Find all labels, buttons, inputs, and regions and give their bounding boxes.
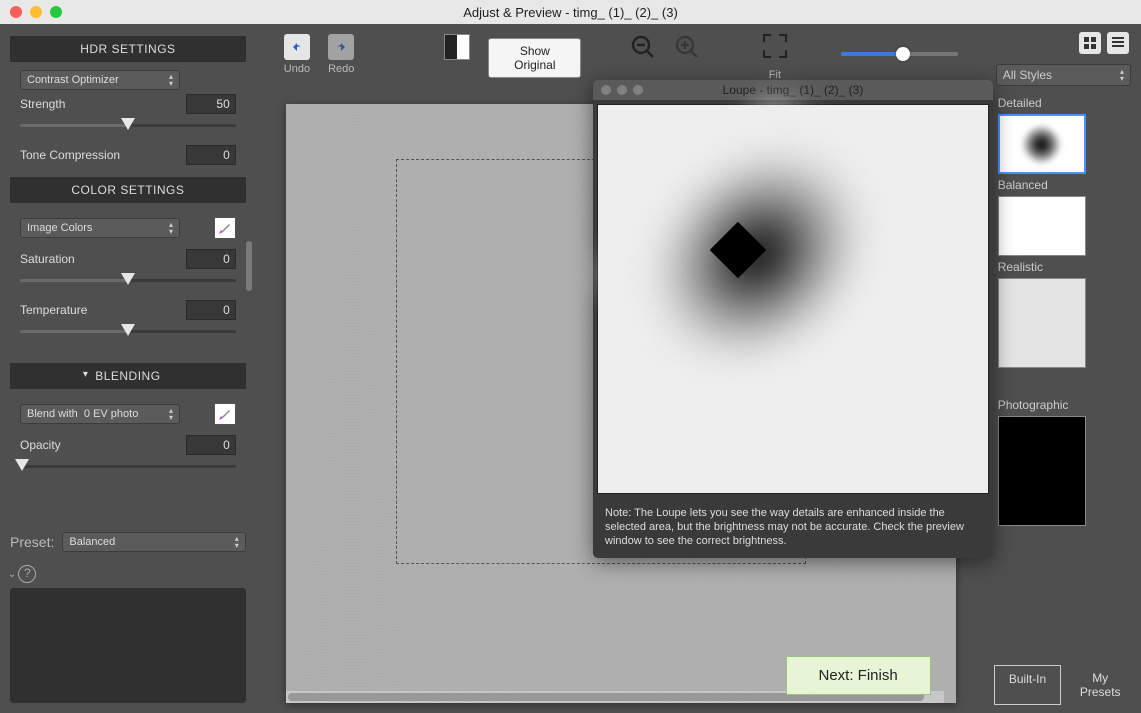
undo-label: Undo (284, 63, 310, 75)
builtin-tab[interactable]: Built-In (994, 665, 1062, 705)
dropdown-arrows-icon: ▴▾ (169, 407, 173, 421)
dropdown-arrows-icon: ▴▾ (235, 535, 239, 549)
dropdown-arrows-icon: ▴▾ (169, 73, 173, 87)
color-scrollbar[interactable] (246, 241, 252, 291)
show-original-button[interactable]: Show Original (488, 38, 581, 78)
strength-label: Strength (20, 97, 65, 111)
color-mode-value: Image Colors (27, 222, 92, 234)
style-filter-value: All Styles (1003, 68, 1052, 82)
help-button[interactable]: ? (18, 565, 36, 583)
saturation-slider[interactable] (20, 279, 236, 282)
thumbnails-icon (1083, 36, 1097, 50)
redo-label: Redo (328, 63, 354, 75)
preset-item-label: Realistic (998, 260, 1129, 274)
tone-compression-label: Tone Compression (20, 148, 120, 162)
redo-icon (331, 37, 351, 57)
split-preview-button[interactable] (444, 34, 470, 60)
zoom-in-icon (674, 34, 700, 60)
fit-button[interactable] (763, 34, 787, 58)
color-settings-header: COLOR SETTINGS (10, 177, 246, 203)
dropdown-arrows-icon: ▴▾ (169, 221, 173, 235)
preset-thumb-photographic[interactable] (998, 278, 1086, 368)
zoom-slider[interactable] (841, 52, 958, 56)
window-titlebar: Adjust & Preview - timg_ (1)_ (2)_ (3) (0, 0, 1141, 24)
blend-with-dropdown[interactable]: Blend with 0 EV photo ▴▾ (20, 404, 180, 424)
dropdown-arrows-icon: ▴▾ (1120, 68, 1124, 82)
undo-icon (287, 37, 307, 57)
blend-with-label: Blend with (27, 408, 78, 420)
preset-thumb-realistic[interactable] (998, 196, 1086, 256)
minimize-window-button[interactable] (30, 6, 42, 18)
loupe-window[interactable]: Loupe - timg_ (1)_ (2)_ (3) Note: The Lo… (593, 80, 993, 558)
temperature-slider[interactable] (20, 330, 236, 333)
blending-header[interactable]: BLENDING (10, 363, 246, 389)
style-filter-dropdown[interactable]: All Styles ▴▾ (996, 64, 1131, 86)
my-presets-tab[interactable]: My Presets (1067, 665, 1133, 705)
list-icon (1111, 36, 1125, 50)
settings-panel: HDR SETTINGS Contrast Optimizer ▴▾ Stren… (0, 24, 256, 713)
loupe-note: Note: The Loupe lets you see the way det… (593, 498, 993, 558)
temperature-label: Temperature (20, 303, 87, 317)
hdr-settings-header: HDR SETTINGS (10, 36, 246, 62)
strength-slider[interactable] (20, 124, 236, 127)
hdr-method-value: Contrast Optimizer (27, 74, 119, 86)
saturation-value[interactable]: 0 (186, 249, 236, 269)
list-view-button[interactable] (1107, 32, 1129, 54)
zoom-out-button[interactable] (630, 34, 656, 60)
preset-label: Preset: (10, 534, 54, 550)
next-finish-button[interactable]: Next: Finish (786, 656, 931, 695)
blend-with-value: 0 EV photo (84, 408, 138, 420)
close-window-button[interactable] (10, 6, 22, 18)
preset-thumb-dark[interactable] (998, 416, 1086, 526)
preset-value: Balanced (69, 536, 115, 548)
preset-item-label: Photographic (998, 398, 1129, 412)
loupe-title: Loupe - timg_ (1)_ (2)_ (3) (593, 83, 993, 97)
color-mode-dropdown[interactable]: Image Colors ▴▾ (20, 218, 180, 238)
zoom-out-icon (630, 34, 656, 60)
presets-panel: All Styles ▴▾ Detailed Balanced Realisti… (986, 24, 1141, 713)
window-title: Adjust & Preview - timg_ (1)_ (2)_ (3) (0, 5, 1141, 20)
hdr-method-dropdown[interactable]: Contrast Optimizer ▴▾ (20, 70, 180, 90)
strength-value[interactable]: 50 (186, 94, 236, 114)
redo-button[interactable] (328, 34, 354, 60)
zoom-in-button[interactable] (674, 34, 700, 60)
blend-brush-button[interactable] (214, 403, 236, 425)
maximize-window-button[interactable] (50, 6, 62, 18)
temperature-value[interactable]: 0 (186, 300, 236, 320)
thumbnails-view-button[interactable] (1079, 32, 1101, 54)
loupe-canvas (597, 104, 989, 494)
preset-dropdown[interactable]: Balanced ▴▾ (62, 532, 245, 552)
opacity-label: Opacity (20, 438, 61, 452)
tone-compression-value[interactable]: 0 (186, 145, 236, 165)
preset-item-label: Balanced (998, 178, 1129, 192)
opacity-slider[interactable] (20, 465, 236, 468)
preset-item-label: Detailed (998, 96, 1129, 110)
undo-button[interactable] (284, 34, 310, 60)
expand-chevron-icon[interactable]: ⌄ (8, 569, 16, 580)
log-panel (10, 588, 246, 703)
saturation-label: Saturation (20, 252, 75, 266)
preset-thumb-balanced[interactable] (998, 114, 1086, 174)
opacity-value[interactable]: 0 (186, 435, 236, 455)
color-brush-button[interactable] (214, 217, 236, 239)
